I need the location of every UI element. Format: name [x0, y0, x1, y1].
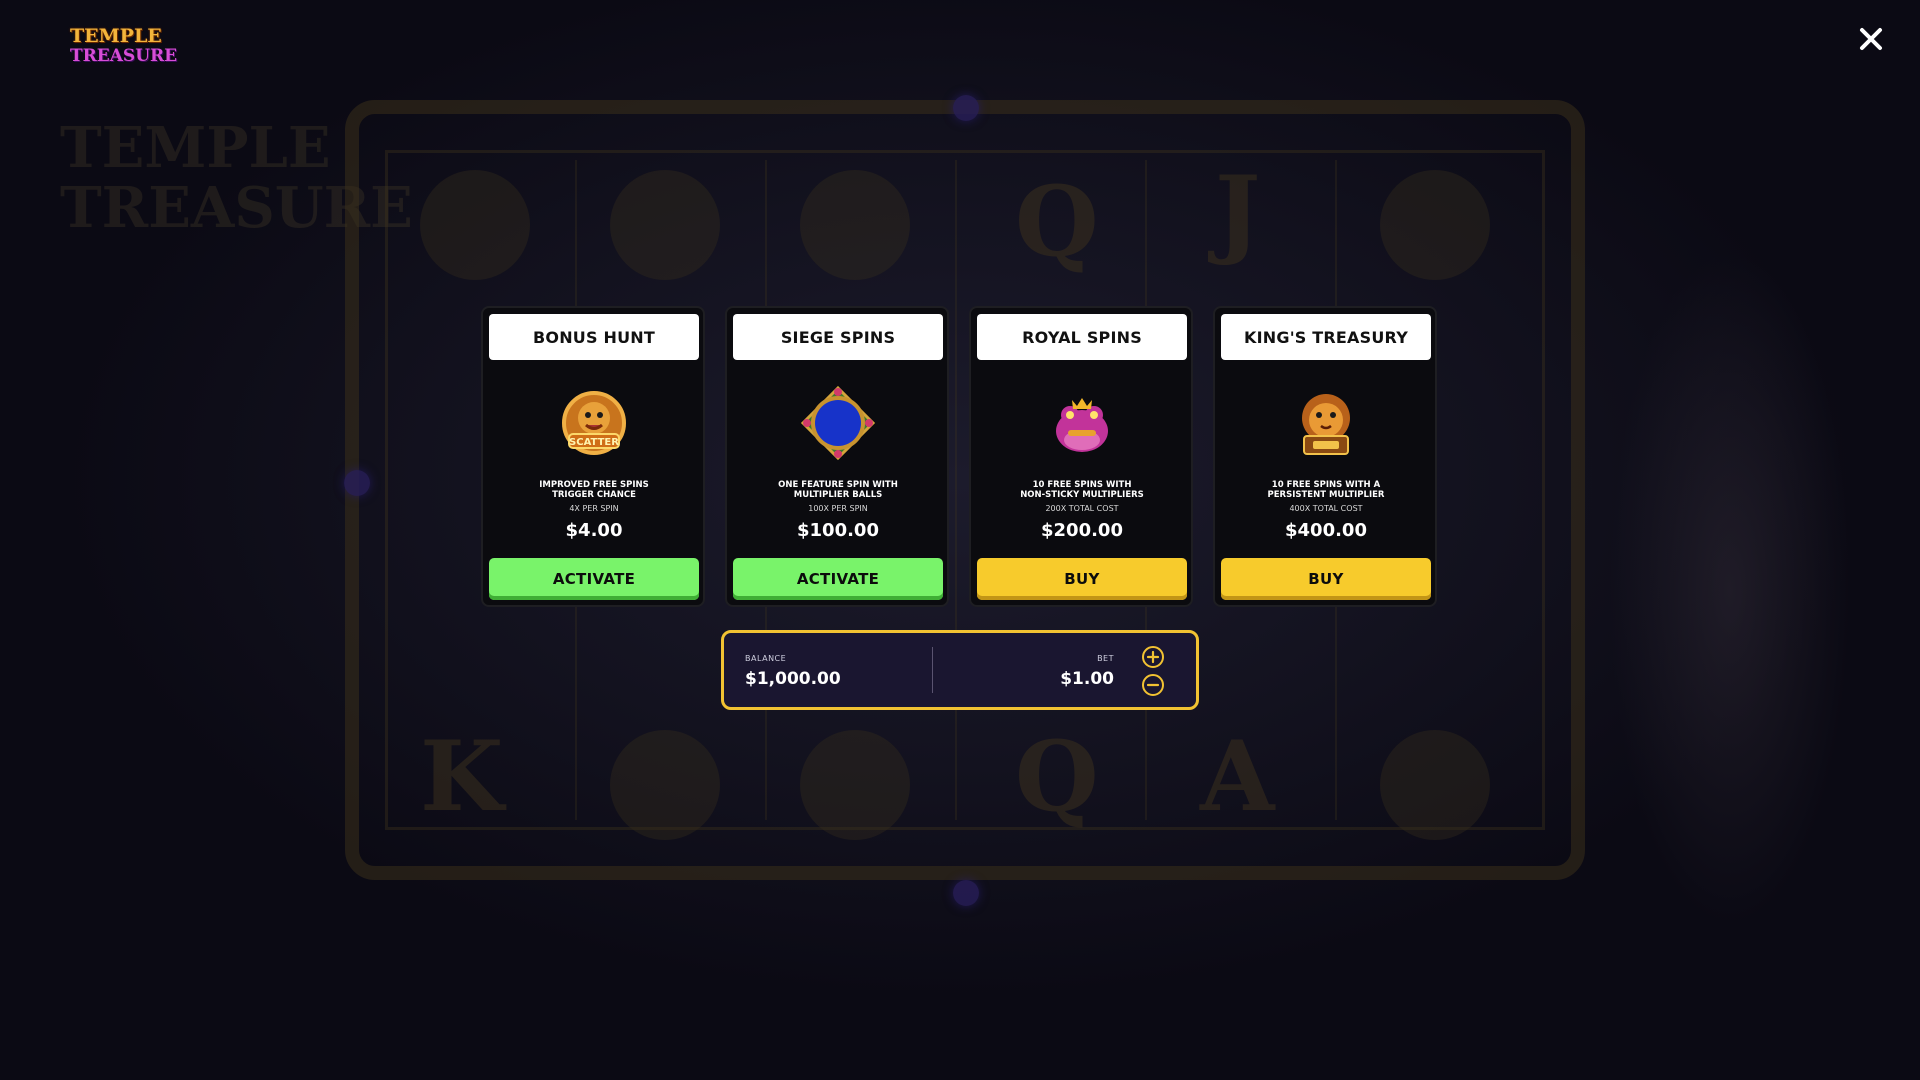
feature-card-royal-spins: ROYAL SPINS 10 FREE SPINS WITH NON-STICK… [969, 306, 1193, 607]
reel-symbol [1380, 170, 1490, 280]
feature-description: 10 FREE SPINS WITH A PERSISTENT MULTIPLI… [1225, 480, 1427, 500]
balance-value: $1,000.00 [745, 669, 841, 689]
feature-description-line: PERSISTENT MULTIPLIER [1267, 490, 1385, 500]
reel-symbol [420, 170, 530, 280]
feature-title: KING'S TREASURY [1221, 314, 1431, 360]
feature-price: $100.00 [797, 520, 879, 541]
feature-cost-note: 200X TOTAL COST [1045, 504, 1119, 513]
plus-circle-icon[interactable] [1141, 645, 1165, 669]
buy-royal-spins-button[interactable]: BUY [977, 558, 1187, 600]
svg-text:SCATTER: SCATTER [569, 437, 619, 448]
feature-title: ROYAL SPINS [977, 314, 1187, 360]
feature-cost-note: 4X PER SPIN [569, 504, 619, 513]
feature-card-kings-treasury: KING'S TREASURY 10 FREE SPINS WITH A PER… [1213, 306, 1437, 607]
reel-symbol: A [1200, 720, 1275, 833]
feature-description-line: IMPROVED FREE SPINS [539, 480, 649, 490]
logo-line-2: TREASURE [70, 46, 178, 66]
feature-description-line: NON-STICKY MULTIPLIERS [1020, 490, 1144, 500]
reel-symbol [1380, 730, 1490, 840]
feature-description: 10 FREE SPINS WITH NON-STICKY MULTIPLIER… [981, 480, 1183, 500]
feature-card-siege-spins: SIEGE SPINS ONE FEATURE SPIN WITH MULTIP… [725, 306, 949, 607]
bet-value: $1.00 [1060, 669, 1114, 689]
frame-gem [953, 95, 979, 121]
feature-description-line: 10 FREE SPINS WITH A [1271, 480, 1381, 490]
panel-divider [932, 647, 933, 693]
reel-symbol [800, 170, 910, 280]
buy-kings-treasury-button[interactable]: BUY [1221, 558, 1431, 600]
pink-frog-icon [1043, 384, 1121, 462]
reel-symbol: Q [1015, 165, 1099, 278]
logo-line-1: TEMPLE [70, 25, 162, 47]
feature-description: ONE FEATURE SPIN WITH MULTIPLIER BALLS [737, 480, 939, 500]
reel-symbol [800, 730, 910, 840]
feature-title: BONUS HUNT [489, 314, 699, 360]
reel-symbol [610, 730, 720, 840]
feature-cost-note: 100X PER SPIN [808, 504, 868, 513]
feature-description: IMPROVED FREE SPINS TRIGGER CHANCE [493, 480, 695, 500]
reel-symbol: J [1215, 155, 1261, 268]
feature-cost-note: 400X TOTAL COST [1289, 504, 1363, 513]
golden-lion-icon [1287, 384, 1365, 462]
feature-description-line: MULTIPLIER BALLS [793, 490, 883, 500]
goddess-figure [1580, 150, 1900, 1030]
feature-card-bonus-hunt: BONUS HUNT SCATTER IMPROVED FREE SPINS T… [481, 306, 705, 607]
activate-siege-spins-button[interactable]: ACTIVATE [733, 558, 943, 600]
reel-symbol: K [420, 720, 504, 833]
feature-description-line: ONE FEATURE SPIN WITH [778, 480, 898, 490]
feature-title: SIEGE SPINS [733, 314, 943, 360]
scatter-lion-icon: SCATTER [555, 384, 633, 462]
game-logo: TEMPLE TREASURE [70, 25, 178, 78]
feature-price: $400.00 [1285, 520, 1367, 541]
balance-label: BALANCE [745, 654, 787, 663]
close-icon[interactable] [1856, 24, 1886, 54]
frame-gem [953, 880, 979, 906]
wallet-panel: BALANCE $1,000.00 BET $1.00 [721, 630, 1199, 710]
feature-price: $4.00 [565, 520, 623, 541]
feature-description-line: TRIGGER CHANCE [552, 490, 636, 500]
activate-bonus-hunt-button[interactable]: ACTIVATE [489, 558, 699, 600]
minus-circle-icon[interactable] [1141, 673, 1165, 697]
frame-gem [344, 470, 370, 496]
feature-cards: BONUS HUNT SCATTER IMPROVED FREE SPINS T… [481, 306, 1437, 607]
multiplier-ball-icon [799, 384, 877, 462]
feature-description-line: 10 FREE SPINS WITH [1032, 480, 1132, 490]
reel-symbol [610, 170, 720, 280]
bet-label: BET [1097, 654, 1114, 663]
feature-price: $200.00 [1041, 520, 1123, 541]
reel-symbol: Q [1015, 720, 1099, 833]
